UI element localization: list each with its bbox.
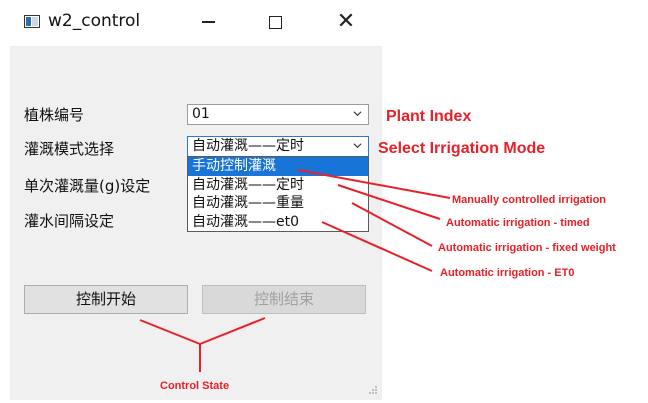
- annotation-control-state: Control State: [160, 380, 230, 392]
- annotation-et0: Automatic irrigation - ET0: [440, 267, 575, 279]
- page: w2_control ✕ 植株编号 01 灌溉模式选择 自动灌溉——定时 单次灌…: [0, 0, 648, 403]
- annotation-manual: Manually controlled irrigation: [452, 194, 607, 206]
- annotation-select-mode: Select Irrigation Mode: [378, 140, 546, 157]
- annotation-plant-index: Plant Index: [386, 108, 472, 125]
- annotation-timed: Automatic irrigation - timed: [446, 217, 590, 229]
- annotation-weight: Automatic irrigation - fixed weight: [438, 242, 616, 254]
